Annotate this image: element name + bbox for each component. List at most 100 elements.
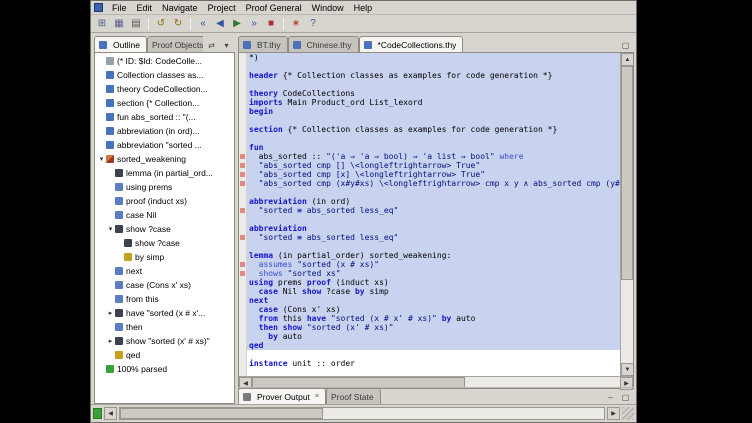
code-line[interactable]: abbreviation (in ord) <box>247 197 620 206</box>
resize-grip[interactable] <box>622 407 634 420</box>
collapse-icon[interactable]: ▾ <box>97 156 106 163</box>
maximize-view-button[interactable]: ▢ <box>619 391 632 404</box>
menu-edit[interactable]: Edit <box>132 2 158 14</box>
outline-tab-outline[interactable]: Outline <box>94 36 147 52</box>
code-line[interactable]: section {* Collection classes as example… <box>247 125 620 134</box>
code-area[interactable]: *) header {* Collection classes as examp… <box>247 53 620 376</box>
code-line[interactable]: begin <box>247 107 620 116</box>
code-line[interactable]: qed <box>247 341 620 350</box>
code-line[interactable] <box>247 188 620 197</box>
menu-proof-general[interactable]: Proof General <box>241 2 307 14</box>
outline-item-case-nil[interactable]: case Nil <box>95 208 234 222</box>
restart-prover-button[interactable]: ∗ <box>288 16 304 31</box>
editor-vertical-scrollbar[interactable]: ▲ ▼ <box>620 53 633 376</box>
code-line[interactable] <box>247 242 620 251</box>
expand-icon[interactable]: ▸ <box>106 338 115 345</box>
outline-item-show-case[interactable]: ▾show ?case <box>95 222 234 236</box>
view-menu-button[interactable]: ▾ <box>220 39 233 52</box>
bottom-tab-proof-state[interactable]: Proof State <box>326 388 381 404</box>
outline-item-collection-classes-as[interactable]: Collection classes as... <box>95 68 234 82</box>
status-scroll-track[interactable] <box>119 407 605 420</box>
code-line[interactable]: "abs_sorted cmp (x#y#xs) \<longleftright… <box>247 179 620 188</box>
outline-item-lemma-in-partial-ord[interactable]: lemma (in partial_ord... <box>95 166 234 180</box>
undo-step-button[interactable]: ↺ <box>153 16 169 31</box>
prev-step-button[interactable]: ◀ <box>212 16 228 31</box>
outline-item-then[interactable]: then <box>95 320 234 334</box>
outline-item-show-sorted-x-xs[interactable]: ▸show "sorted (x' # xs)" <box>95 334 234 348</box>
outline-item-show-case[interactable]: show ?case <box>95 236 234 250</box>
menu-window[interactable]: Window <box>307 2 349 14</box>
code-line[interactable]: abs_sorted :: "('a ⇒ 'a ⇒ bool) ⇒ 'a lis… <box>247 152 620 161</box>
code-line[interactable]: "abs_sorted cmp [] \<longleftrightarrow>… <box>247 161 620 170</box>
code-line[interactable]: *) <box>247 53 620 62</box>
code-line[interactable]: instance unit :: order <box>247 359 620 368</box>
code-line[interactable]: "sorted ≡ abs_sorted less_eq" <box>247 206 620 215</box>
status-scroll-right-button[interactable]: ▶ <box>607 407 620 420</box>
bottom-tab-prover-output[interactable]: Prover Output× <box>238 388 326 404</box>
outline-item-id-id-codecolle[interactable]: (* ID: $Id: CodeColle... <box>95 54 234 68</box>
save-button[interactable]: ▦ <box>111 16 127 31</box>
scroll-up-button[interactable]: ▲ <box>621 53 634 66</box>
goto-end-button[interactable]: » <box>246 16 262 31</box>
close-tab-icon[interactable]: × <box>315 393 319 400</box>
editor-tab-chinese-thy[interactable]: Chinese.thy <box>288 36 359 52</box>
code-line[interactable]: lemma (in partial_order) sorted_weakenin… <box>247 251 620 260</box>
outline-item-case-cons-x-xs[interactable]: case (Cons x' xs) <box>95 278 234 292</box>
code-line[interactable]: fun <box>247 143 620 152</box>
expand-icon[interactable]: ▸ <box>106 310 115 317</box>
collapse-icon[interactable]: ▾ <box>106 226 115 233</box>
minimize-view-button[interactable]: – <box>604 391 617 404</box>
vscroll-track[interactable] <box>621 66 633 363</box>
editor-tab-bt-thy[interactable]: BT.thy <box>238 36 288 52</box>
code-line[interactable]: "sorted ≡ abs_sorted less_eq" <box>247 233 620 242</box>
code-line[interactable]: header {* Collection classes as examples… <box>247 71 620 80</box>
maximize-editor-button[interactable]: ▢ <box>619 39 632 52</box>
code-line[interactable]: theory CodeCollections <box>247 89 620 98</box>
stop-button[interactable]: ■ <box>263 16 279 31</box>
next-step-button[interactable]: ▶ <box>229 16 245 31</box>
status-scroll-left-button[interactable]: ◀ <box>104 407 117 420</box>
outline-item-using-prems[interactable]: using prems <box>95 180 234 194</box>
code-line[interactable]: from this have "sorted (x # x' # xs)" by… <box>247 314 620 323</box>
code-line[interactable]: case Nil show ?case by simp <box>247 287 620 296</box>
outline-tab-proof-objects[interactable]: Proof Objects <box>147 36 203 52</box>
outline-item-100-parsed[interactable]: 100% parsed <box>95 362 234 376</box>
code-line[interactable]: then show "sorted (x' # xs)" <box>247 323 620 332</box>
code-line[interactable]: assumes "sorted (x # xs)" <box>247 260 620 269</box>
goto-start-button[interactable]: « <box>195 16 211 31</box>
code-line[interactable]: shows "sorted xs" <box>247 269 620 278</box>
code-line[interactable] <box>247 80 620 89</box>
code-line[interactable]: abbreviation <box>247 224 620 233</box>
outline-item-abbreviation-sorted[interactable]: abbreviation "sorted ... <box>95 138 234 152</box>
status-scroll-thumb[interactable] <box>120 408 323 419</box>
code-line[interactable]: using prems proof (induct xs) <box>247 278 620 287</box>
code-line[interactable]: next <box>247 296 620 305</box>
code-line[interactable] <box>247 116 620 125</box>
editor-tab-codecollections-thy[interactable]: *CodeCollections.thy <box>359 36 464 52</box>
outline-item-theory-codecollection[interactable]: theory CodeCollection... <box>95 82 234 96</box>
code-line[interactable]: imports Main Product_ord List_lexord <box>247 98 620 107</box>
outline-item-sorted-weakening[interactable]: ▾sorted_weakening <box>95 152 234 166</box>
outline-item-have-sorted-x-x[interactable]: ▸have "sorted (x # x'... <box>95 306 234 320</box>
redo-step-button[interactable]: ↻ <box>170 16 186 31</box>
vscroll-thumb[interactable] <box>621 66 633 280</box>
code-line[interactable] <box>247 134 620 143</box>
menu-navigate[interactable]: Navigate <box>157 2 203 14</box>
code-line[interactable] <box>247 62 620 71</box>
menu-help[interactable]: Help <box>349 2 378 14</box>
outline-item-fun-abs-sorted[interactable]: fun abs_sorted :: "(... <box>95 110 234 124</box>
link-with-editor-button[interactable]: ⇄ <box>205 39 218 52</box>
outline-item-abbreviation-in-ord[interactable]: abbreviation (in ord)... <box>95 124 234 138</box>
code-line[interactable]: case (Cons x' xs) <box>247 305 620 314</box>
code-line[interactable] <box>247 368 620 376</box>
outline-item-section-collection[interactable]: section {* Collection... <box>95 96 234 110</box>
outline-item-next[interactable]: next <box>95 264 234 278</box>
new-wizard-button[interactable]: ⊞ <box>94 16 110 31</box>
scroll-down-button[interactable]: ▼ <box>621 363 634 376</box>
outline-item-qed[interactable]: qed <box>95 348 234 362</box>
code-line[interactable] <box>247 350 620 359</box>
outline-item-by-simp[interactable]: by simp <box>95 250 234 264</box>
menu-file[interactable]: File <box>107 2 132 14</box>
menu-project[interactable]: Project <box>203 2 241 14</box>
help-button[interactable]: ? <box>305 16 321 31</box>
